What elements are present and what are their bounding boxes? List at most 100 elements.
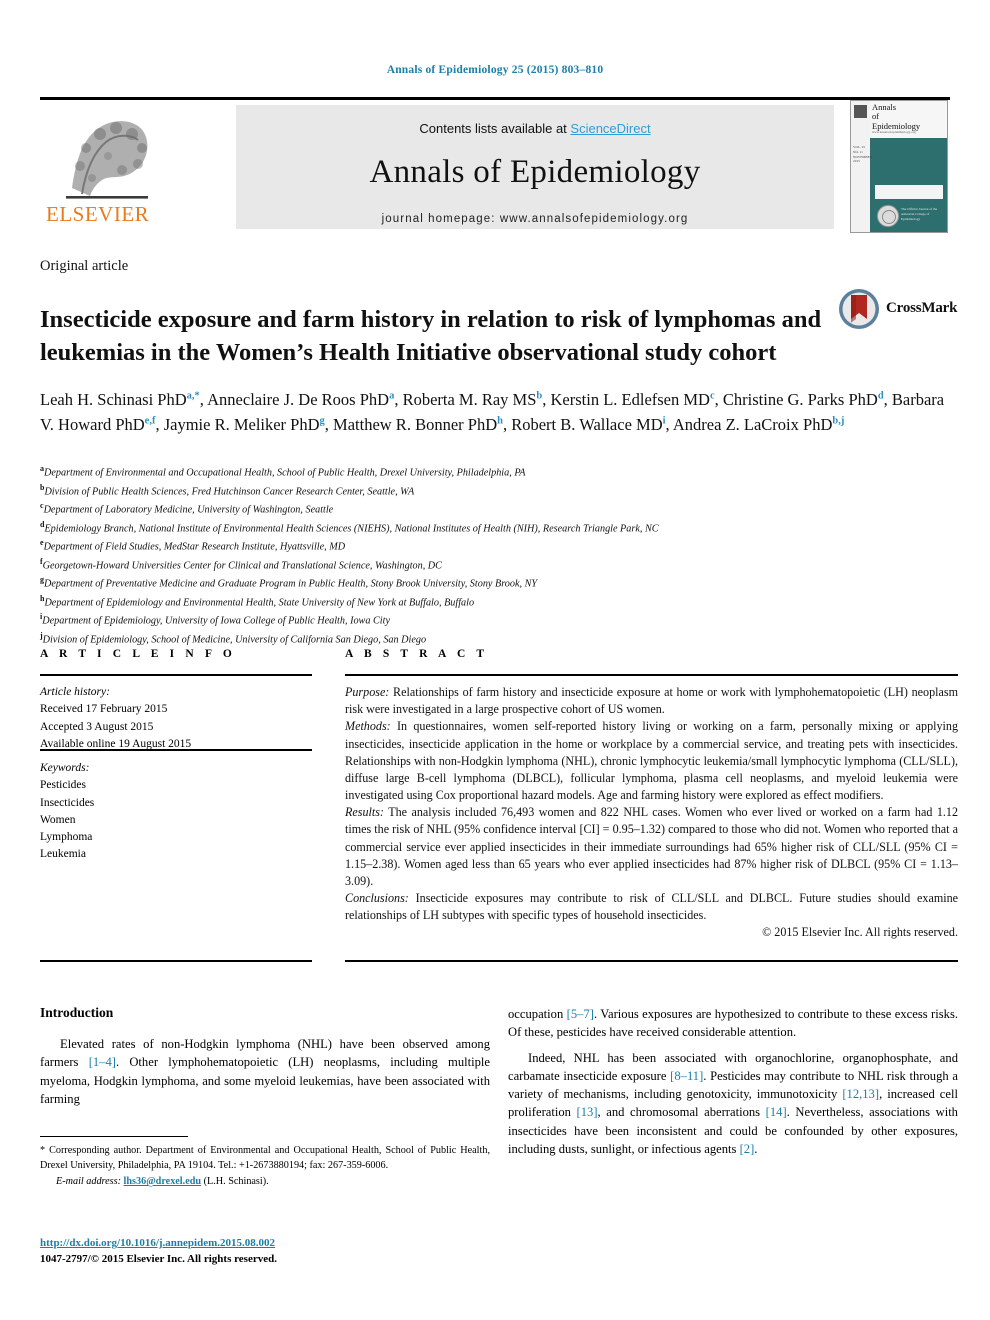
crossmark-icon[interactable]: [838, 288, 880, 330]
author-name[interactable]: Andrea Z. LaCroix PhD: [673, 415, 832, 434]
author-name[interactable]: Kerstin L. Edlefsen MD: [551, 390, 710, 409]
abstract-body: Purpose: Relationships of farm history a…: [345, 684, 958, 942]
citation-ref-5-7[interactable]: [5–7]: [567, 1007, 594, 1021]
abstract-copyright: © 2015 Elsevier Inc. All rights reserved…: [762, 925, 958, 940]
affiliation-list: aDepartment of Environmental and Occupat…: [40, 463, 955, 648]
affiliation-item: aDepartment of Environmental and Occupat…: [40, 463, 955, 482]
citation-ref-12-13[interactable]: [12,13]: [842, 1087, 879, 1101]
journal-homepage-line[interactable]: journal homepage: www.annalsofepidemiolo…: [236, 213, 834, 225]
article-history: Article history: Received 17 February 20…: [40, 684, 312, 753]
affiliation-item: iDepartment of Epidemiology, University …: [40, 611, 955, 630]
author-name[interactable]: Matthew R. Bonner PhD: [333, 415, 497, 434]
author-name[interactable]: Jaymie R. Meliker PhD: [164, 415, 320, 434]
citation-ref-14[interactable]: [14]: [766, 1105, 787, 1119]
keyword-item[interactable]: Lymphoma: [40, 829, 312, 846]
affiliation-item: bDivision of Public Health Sciences, Fre…: [40, 482, 955, 501]
abstract-purpose-text: Relationships of farm history and insect…: [345, 685, 958, 717]
intro-paragraph-1-cont: occupation [5–7]. Various exposures are …: [508, 1005, 958, 1042]
citation-ref-13[interactable]: [13]: [577, 1105, 598, 1119]
affiliation-text: Department of Field Studies, MedStar Res…: [43, 541, 346, 553]
citation-ref-1-4[interactable]: [1–4]: [89, 1055, 116, 1069]
journal-masthead: ELSEVIER Contents lists available at Sci…: [40, 97, 950, 233]
article-info-mid-rule: [40, 749, 312, 752]
journal-band: Contents lists available at ScienceDirec…: [236, 105, 834, 229]
cover-title: Annals of Epidemiology www.annalsofepide…: [872, 102, 946, 135]
affiliation-item: jDivision of Epidemiology, School of Med…: [40, 630, 955, 649]
citation-ref-2[interactable]: [2]: [740, 1142, 755, 1156]
author-affiliation-mark[interactable]: h: [497, 415, 503, 426]
author-affiliation-mark[interactable]: a: [389, 391, 394, 402]
affiliation-item: cDepartment of Laboratory Medicine, Univ…: [40, 500, 955, 519]
elsevier-wordmark: ELSEVIER: [46, 202, 150, 226]
author-affiliation-mark[interactable]: a,*: [187, 391, 200, 402]
affiliation-text: Epidemiology Branch, National Institute …: [44, 522, 659, 534]
affiliation-item: eDepartment of Field Studies, MedStar Re…: [40, 537, 955, 556]
doi-link[interactable]: http://dx.doi.org/10.1016/j.annepidem.20…: [40, 1237, 275, 1249]
abstract-results-text: The analysis included 76,493 women and 8…: [345, 805, 958, 888]
keywords-label: Keywords:: [40, 762, 90, 774]
author-affiliation-mark[interactable]: b: [536, 391, 542, 402]
sciencedirect-link[interactable]: ScienceDirect: [570, 121, 650, 136]
crossmark-badge-group[interactable]: CrossMark: [838, 288, 960, 334]
keyword-item[interactable]: Insecticides: [40, 795, 312, 812]
keyword-list: Keywords: Pesticides Insecticides Women Lym…: [40, 760, 312, 864]
corresponding-author-note: * Corresponding author. Department of En…: [40, 1145, 490, 1171]
journal-cover-thumbnail: Annals of Epidemiology www.annalsofepide…: [850, 100, 948, 233]
cover-publisher-mark: [854, 105, 867, 118]
author-affiliation-mark[interactable]: e,f: [145, 415, 156, 426]
abstract-bottom-rule: [345, 960, 958, 963]
abstract-conclusions-text: Insecticide exposures may contribute to …: [345, 891, 958, 923]
page-title: Insecticide exposure and farm history in…: [40, 306, 822, 366]
author-name[interactable]: Anneclaire J. De Roos PhD: [207, 390, 389, 409]
journal-title: Annals of Epidemiology: [369, 154, 701, 190]
keyword-item[interactable]: Pesticides: [40, 777, 312, 794]
footnote-rule: [40, 1136, 188, 1138]
abstract-methods: Methods: In questionnaires, women self-r…: [345, 718, 958, 804]
footnote-area: * Corresponding author. Department of En…: [40, 1136, 490, 1187]
author-name[interactable]: Robert B. Wallace MD: [511, 415, 662, 434]
author-list: Leah H. Schinasi PhDa,*, Anneclaire J. D…: [40, 390, 945, 434]
cover-title-line1: Annals: [872, 102, 897, 112]
affiliation-item: fGeorgetown-Howard Universities Center f…: [40, 556, 955, 575]
cover-subtitle: www.annalsofepidemiology.org: [872, 130, 916, 135]
email-link[interactable]: lhs36@drexel.edu: [124, 1176, 202, 1187]
article-info-bottom-rule: [40, 960, 312, 963]
body-column-left: Introduction Elevated rates of non-Hodgk…: [40, 1005, 490, 1115]
abstract-conclusions-label: Conclusions:: [345, 891, 409, 906]
running-head: Annals of Epidemiology 25 (2015) 803–810: [386, 64, 604, 76]
crossmark-label: CrossMark: [886, 300, 958, 316]
abstract-heading: A B S T R A C T: [345, 648, 489, 660]
contents-prefix: Contents lists available at: [419, 121, 571, 136]
affiliation-text: Department of Epidemiology, University o…: [42, 615, 390, 627]
author-name[interactable]: Christine G. Parks PhD: [723, 390, 878, 409]
affiliation-text: Department of Preventative Medicine and …: [44, 578, 538, 590]
author-affiliation-mark[interactable]: g: [320, 415, 325, 426]
abstract-methods-label: Methods:: [345, 719, 391, 734]
article-accepted: Accepted 3 August 2015: [40, 720, 154, 733]
elsevier-logo: ELSEVIER: [40, 105, 188, 231]
affiliation-text: Division of Public Health Sciences, Fred…: [44, 485, 415, 497]
abstract-top-rule: [345, 674, 958, 677]
author-affiliation-mark[interactable]: b,j: [832, 415, 844, 426]
affiliation-text: Georgetown-Howard Universities Center fo…: [42, 559, 442, 571]
author-affiliation-mark[interactable]: d: [878, 391, 884, 402]
citation-ref-8-11[interactable]: [8–11]: [670, 1069, 703, 1083]
keyword-item[interactable]: Women: [40, 812, 312, 829]
author-name[interactable]: Leah H. Schinasi PhD: [40, 390, 187, 409]
affiliation-item: dEpidemiology Branch, National Institute…: [40, 519, 955, 538]
issn-copyright-line: 1047-2797/© 2015 Elsevier Inc. All right…: [40, 1252, 490, 1268]
body-column-right: occupation [5–7]. Various exposures are …: [508, 1005, 958, 1165]
email-label: E-mail address:: [56, 1176, 121, 1188]
journal-article-page: Annals of Epidemiology 25 (2015) 803–810: [0, 0, 990, 1320]
article-info-top-rule: [40, 674, 312, 677]
masthead-top-rule: [40, 97, 950, 100]
article-history-label: Article history:: [40, 686, 110, 698]
author-affiliation-mark[interactable]: c: [710, 391, 715, 402]
keyword-item[interactable]: Leukemia: [40, 846, 312, 863]
author-name[interactable]: Roberta M. Ray MS: [403, 390, 537, 409]
cover-left-strip: [851, 101, 870, 232]
article-received: Received 17 February 2015: [40, 703, 168, 716]
issn-copyright: © 2015 Elsevier Inc. All rights reserved…: [90, 1252, 277, 1265]
author-affiliation-mark[interactable]: i: [663, 415, 666, 426]
article-type-label: Original article: [40, 258, 129, 274]
